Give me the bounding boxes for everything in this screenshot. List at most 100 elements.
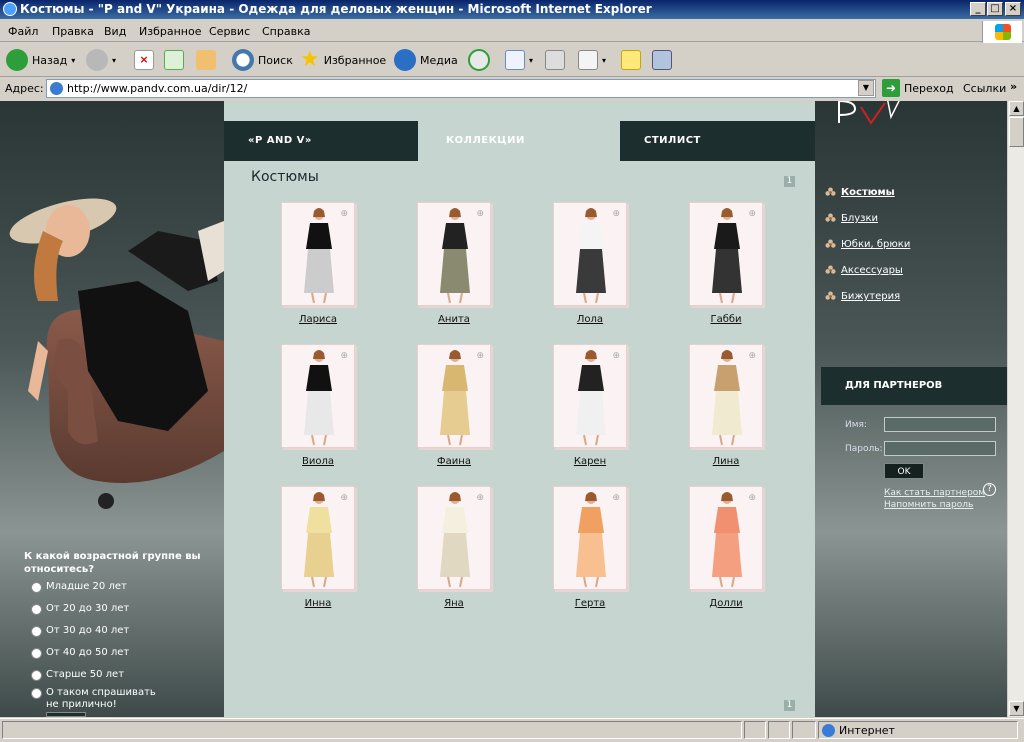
zoom-icon[interactable]: ⊕ xyxy=(340,493,348,503)
category-accessories[interactable]: Аксессуары xyxy=(825,265,903,276)
radio-button[interactable] xyxy=(31,648,42,659)
stop-button[interactable]: × xyxy=(134,47,154,73)
zoom-icon[interactable]: ⊕ xyxy=(340,209,348,219)
page-number-top[interactable]: 1 xyxy=(784,176,795,187)
minimize-button[interactable]: _ xyxy=(970,2,986,16)
tab-p-and-v[interactable]: «P AND V» xyxy=(224,121,418,161)
print-button[interactable] xyxy=(545,47,565,73)
product-thumbnail[interactable]: ⊕ xyxy=(281,486,355,590)
category-skirts-trousers[interactable]: Юбки, брюки xyxy=(825,239,910,250)
product-name[interactable]: Долли xyxy=(669,598,783,609)
product-name[interactable]: Лариса xyxy=(261,314,375,325)
product-thumbnail[interactable]: ⊕ xyxy=(689,486,763,590)
product-thumbnail[interactable]: ⊕ xyxy=(689,202,763,306)
zoom-icon[interactable]: ⊕ xyxy=(612,493,620,503)
product-name[interactable]: Карен xyxy=(533,456,647,467)
product-name[interactable]: Анита xyxy=(397,314,511,325)
go-button[interactable]: ➜ Переход xyxy=(882,79,954,97)
scroll-down-button[interactable]: ▼ xyxy=(1009,701,1024,716)
survey-option-2[interactable]: От 20 до 30 лет xyxy=(31,603,201,615)
password-input[interactable] xyxy=(884,441,996,456)
product-thumbnail[interactable]: ⊕ xyxy=(281,202,355,306)
zoom-icon[interactable]: ⊕ xyxy=(748,493,756,503)
product-thumbnail[interactable]: ⊕ xyxy=(553,486,627,590)
product-name[interactable]: Виола xyxy=(261,456,375,467)
survey-option-3[interactable]: От 30 до 40 лет xyxy=(31,625,201,637)
product-thumbnail[interactable]: ⊕ xyxy=(689,344,763,448)
radio-button[interactable] xyxy=(31,688,42,699)
forward-button[interactable]: ▾ xyxy=(86,47,116,73)
product-name[interactable]: Габби xyxy=(669,314,783,325)
zoom-icon[interactable]: ⊕ xyxy=(476,209,484,219)
product-thumbnail[interactable]: ⊕ xyxy=(417,202,491,306)
scroll-thumb[interactable] xyxy=(1009,117,1024,147)
zoom-icon[interactable]: ⊕ xyxy=(476,493,484,503)
address-input[interactable]: http://www.pandv.com.ua/dir/12/ xyxy=(46,79,876,98)
option-label: От 30 до 40 лет xyxy=(46,625,130,636)
radio-button[interactable] xyxy=(31,604,42,615)
name-input[interactable] xyxy=(884,417,996,432)
zoom-icon[interactable]: ⊕ xyxy=(612,209,620,219)
search-button[interactable]: Поиск xyxy=(232,47,293,73)
back-button[interactable]: Назад ▾ xyxy=(6,47,75,73)
product-name[interactable]: Лина xyxy=(669,456,783,467)
product-name[interactable]: Герта xyxy=(533,598,647,609)
close-button[interactable]: × xyxy=(1005,2,1021,16)
product-name[interactable]: Лола xyxy=(533,314,647,325)
product-thumbnail[interactable]: ⊕ xyxy=(553,202,627,306)
mail-button[interactable]: ▾ xyxy=(505,47,533,73)
radio-button[interactable] xyxy=(31,582,42,593)
messenger-button[interactable] xyxy=(652,47,672,73)
scroll-up-button[interactable]: ▲ xyxy=(1009,101,1024,116)
history-button[interactable] xyxy=(468,47,490,73)
refresh-button[interactable] xyxy=(164,47,184,73)
menu-tools[interactable]: Сервис xyxy=(209,25,250,38)
ok-button[interactable]: OK xyxy=(884,463,924,479)
category-suits[interactable]: Костюмы xyxy=(825,187,895,198)
survey-option-1[interactable]: Младше 20 лет xyxy=(31,581,201,593)
discuss-button[interactable] xyxy=(621,47,641,73)
product-name[interactable]: Яна xyxy=(397,598,511,609)
category-jewelry[interactable]: Бижутерия xyxy=(825,291,900,302)
category-blouses[interactable]: Блузки xyxy=(825,213,878,224)
menu-file[interactable]: Файл xyxy=(8,25,38,38)
links-chevron-icon[interactable]: » xyxy=(1010,80,1017,93)
tab-collections[interactable]: КОЛЛЕКЦИИ xyxy=(422,121,616,161)
radio-button[interactable] xyxy=(31,670,42,681)
option-label: О таком спрашивать не прилично! xyxy=(46,687,156,710)
vertical-scrollbar[interactable]: ▲ ▼ xyxy=(1007,101,1024,717)
favorites-button[interactable]: ★ Избранное xyxy=(300,47,386,73)
zoom-icon[interactable]: ⊕ xyxy=(748,351,756,361)
remind-password-link[interactable]: Напомнить пароль xyxy=(884,500,973,510)
tab-stylist[interactable]: СТИЛИСТ xyxy=(620,121,815,161)
menu-favorites[interactable]: Избранное xyxy=(139,25,201,38)
radio-button[interactable] xyxy=(31,626,42,637)
product-thumbnail[interactable]: ⊕ xyxy=(417,344,491,448)
media-button[interactable]: Медиа xyxy=(394,47,458,73)
zoom-icon[interactable]: ⊕ xyxy=(748,209,756,219)
zoom-icon[interactable]: ⊕ xyxy=(340,351,348,361)
survey-option-6[interactable]: О таком спрашивать не прилично! xyxy=(31,687,171,711)
help-icon[interactable]: ? xyxy=(983,483,996,496)
links-button[interactable]: Ссылки xyxy=(963,82,1006,95)
product-name[interactable]: Фаина xyxy=(397,456,511,467)
option-label: От 20 до 30 лет xyxy=(46,603,130,614)
page-number-bottom[interactable]: 1 xyxy=(784,700,795,711)
menu-help[interactable]: Справка xyxy=(262,25,310,38)
zoom-icon[interactable]: ⊕ xyxy=(476,351,484,361)
menu-edit[interactable]: Правка xyxy=(52,25,94,38)
product-name[interactable]: Инна xyxy=(261,598,375,609)
home-button[interactable] xyxy=(196,47,216,73)
survey-option-4[interactable]: От 40 до 50 лет xyxy=(31,647,201,659)
survey-submit-button[interactable] xyxy=(46,712,86,717)
zoom-icon[interactable]: ⊕ xyxy=(612,351,620,361)
menu-view[interactable]: Вид xyxy=(104,25,126,38)
edit-button[interactable]: ▾ xyxy=(578,47,606,73)
product-thumbnail[interactable]: ⊕ xyxy=(417,486,491,590)
address-dropdown-button[interactable]: ▼ xyxy=(858,80,874,96)
become-partner-link[interactable]: Как стать партнером xyxy=(884,488,985,498)
maximize-button[interactable]: □ xyxy=(987,2,1003,16)
product-thumbnail[interactable]: ⊕ xyxy=(553,344,627,448)
survey-option-5[interactable]: Старше 50 лет xyxy=(31,669,201,681)
product-thumbnail[interactable]: ⊕ xyxy=(281,344,355,448)
